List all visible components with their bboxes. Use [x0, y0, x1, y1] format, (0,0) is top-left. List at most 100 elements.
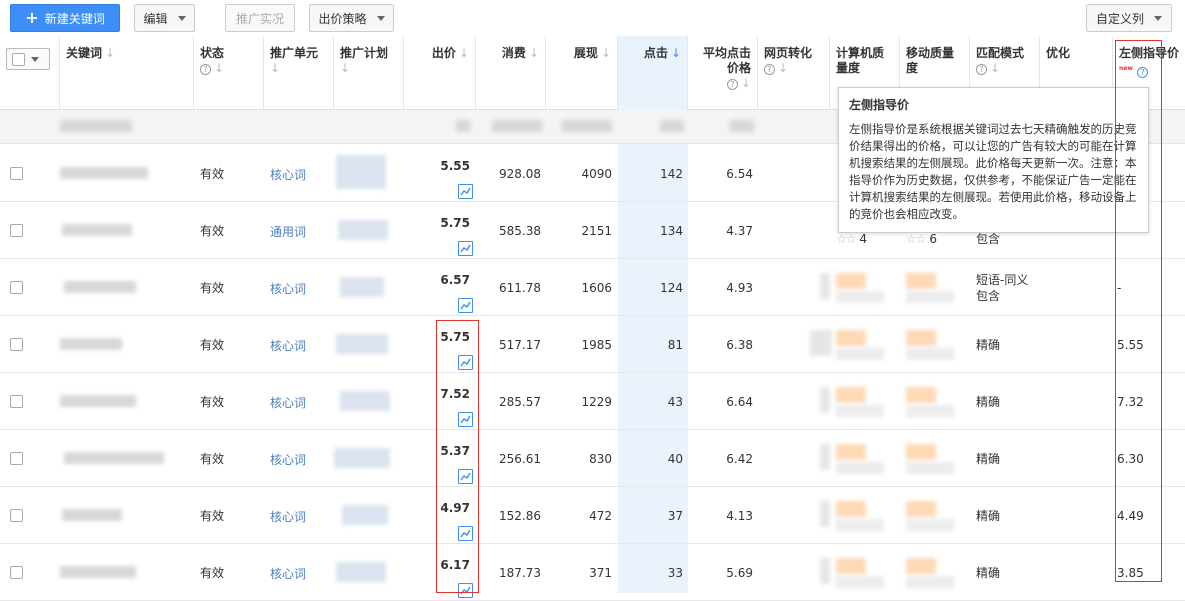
status-cell: 有效	[200, 281, 225, 295]
edit-dropdown[interactable]: 编辑	[134, 4, 195, 32]
plan-blurred[interactable]	[338, 220, 388, 240]
toolbar: + 新建关键词 编辑 推广实况 出价策略 自定义列	[0, 0, 1185, 36]
row-checkbox[interactable]	[10, 395, 23, 408]
col-bid[interactable]: 出价 ↓	[404, 36, 476, 110]
plan-blurred[interactable]	[336, 562, 386, 582]
col-plan[interactable]: 推广计划 ↓	[334, 36, 404, 110]
col-status[interactable]: 状态? ↓	[194, 36, 264, 110]
tooltip-body: 左侧指导价是系统根据关键词过去七天精确触发的历史竞价结果得出的价格，可以让您的广…	[849, 122, 1137, 221]
col-conversion[interactable]: 网页转化? ↓	[758, 36, 830, 110]
trend-chart-icon[interactable]	[458, 298, 473, 313]
row-checkbox[interactable]	[10, 338, 23, 351]
pc-quality-blurred	[836, 444, 866, 460]
col-cost[interactable]: 消费 ↓	[476, 36, 546, 110]
keyword-blurred[interactable]	[62, 509, 122, 521]
cost-value: 256.61	[499, 451, 541, 466]
preview-button[interactable]: 推广实况	[225, 4, 295, 32]
help-icon[interactable]: ?	[764, 64, 775, 75]
row-checkbox[interactable]	[10, 509, 23, 522]
help-icon[interactable]: ?	[976, 64, 987, 75]
match-type-value[interactable]: 精确	[976, 544, 1038, 601]
keyword-blurred[interactable]	[62, 224, 132, 236]
cost-value: 285.57	[499, 394, 541, 409]
row-select	[10, 202, 50, 259]
col-clicks[interactable]: 点击 ↓	[618, 36, 688, 110]
help-icon[interactable]: ?	[726, 79, 738, 90]
status-cell: 有效	[200, 452, 225, 466]
row-checkbox[interactable]	[10, 566, 23, 579]
sort-icon: ↓	[270, 61, 281, 75]
plan-blurred[interactable]	[340, 277, 384, 297]
table-row: 有效 核心词 5.37 256.61 830 40 6.42 精确 6.30	[0, 430, 1185, 487]
impressions-value: 2151	[581, 223, 612, 238]
match-type-value[interactable]: 精确	[976, 430, 1038, 487]
plan-blurred[interactable]	[340, 391, 390, 411]
table-row: 有效 核心词 6.17 187.73 371 33 5.69 精确 3.85	[0, 544, 1185, 601]
col-keyword[interactable]: 关键词 ↓	[60, 36, 194, 110]
pc-quality-blurred	[836, 519, 884, 531]
new-keyword-button[interactable]: + 新建关键词	[10, 4, 120, 32]
trend-chart-icon[interactable]	[458, 184, 473, 199]
keyword-blurred[interactable]	[60, 395, 136, 407]
col-avg-cpc[interactable]: 平均点击价格? ↓	[688, 36, 758, 110]
col-impressions[interactable]: 展现 ↓	[546, 36, 618, 110]
match-type-value[interactable]: 精确	[976, 373, 1038, 430]
plan-blurred[interactable]	[336, 334, 388, 354]
row-checkbox[interactable]	[10, 224, 23, 237]
mobile-quality-blurred	[906, 519, 954, 531]
trend-chart-icon[interactable]	[458, 241, 473, 256]
keyword-blurred[interactable]	[64, 452, 164, 464]
keyword-blurred[interactable]	[60, 167, 148, 179]
unit-link[interactable]: 核心词	[270, 316, 330, 373]
table-row: 有效 核心词 7.52 285.57 1229 43 6.64 精确 7.32	[0, 373, 1185, 430]
avg-cpc-value: 6.38	[726, 337, 753, 352]
unit-link[interactable]: 通用词	[270, 202, 330, 259]
unit-link[interactable]: 核心词	[270, 430, 330, 487]
star-icon: ☆☆	[906, 232, 926, 246]
unit-link[interactable]: 核心词	[270, 259, 330, 316]
unit-link[interactable]: 核心词	[270, 145, 330, 202]
bid-strategy-dropdown[interactable]: 出价策略	[309, 4, 394, 32]
match-type-value[interactable]: 精确	[976, 316, 1038, 373]
impressions-value: 1229	[581, 394, 612, 409]
table-row: 有效 核心词 4.97 152.86 472 37 4.13 精确 4.49	[0, 487, 1185, 544]
mobile-quality-blurred	[906, 387, 936, 403]
mobile-quality-blurred	[906, 348, 954, 360]
col-conversion-label: 网页转化	[764, 46, 813, 60]
help-icon[interactable]: ?	[200, 64, 211, 75]
row-checkbox[interactable]	[10, 281, 23, 294]
row-checkbox[interactable]	[10, 452, 23, 465]
keyword-blurred[interactable]	[60, 566, 136, 578]
mobile-quality-blurred	[906, 501, 936, 517]
row-checkbox[interactable]	[10, 167, 23, 180]
select-all-checkbox[interactable]	[6, 48, 50, 70]
chevron-down-icon	[177, 15, 186, 21]
impressions-value: 1606	[581, 280, 612, 295]
col-impressions-label: 展现	[573, 46, 598, 60]
sort-icon: ↓	[528, 46, 539, 60]
match-type-value[interactable]: 短语-同义包含	[976, 259, 1038, 316]
col-unit[interactable]: 推广单元 ↓	[264, 36, 334, 110]
avg-cpc-value: 6.64	[726, 394, 753, 409]
col-unit-label: 推广单元	[270, 46, 319, 60]
col-optimize-label: 优化	[1046, 46, 1071, 60]
keyword-blurred[interactable]	[60, 338, 122, 350]
plan-blurred[interactable]	[342, 505, 388, 525]
plan-blurred[interactable]	[334, 448, 390, 468]
table-row: 有效 核心词 6.57 611.78 1606 124 4.93 短语-同义包含 -	[0, 259, 1185, 316]
chevron-down-icon	[1154, 15, 1162, 21]
table-row: 有效 核心词 5.75 517.17 1985 81 6.38 精确 5.55	[0, 316, 1185, 373]
unit-link[interactable]: 核心词	[270, 544, 330, 601]
custom-columns-dropdown[interactable]: 自定义列	[1086, 4, 1172, 32]
unit-link[interactable]: 核心词	[270, 487, 330, 544]
row-select	[10, 145, 50, 202]
sort-icon: ↓	[600, 46, 611, 60]
keyword-blurred[interactable]	[64, 281, 136, 293]
match-type-value[interactable]: 精确	[976, 487, 1038, 544]
unit-link[interactable]: 核心词	[270, 373, 330, 430]
col-avg-cpc-label: 平均点击价格	[702, 46, 751, 75]
pc-quality-blurred	[836, 330, 866, 346]
plan-blurred[interactable]	[336, 155, 386, 189]
impressions-value: 472	[589, 508, 612, 523]
pc-quality-blurred	[836, 405, 884, 417]
